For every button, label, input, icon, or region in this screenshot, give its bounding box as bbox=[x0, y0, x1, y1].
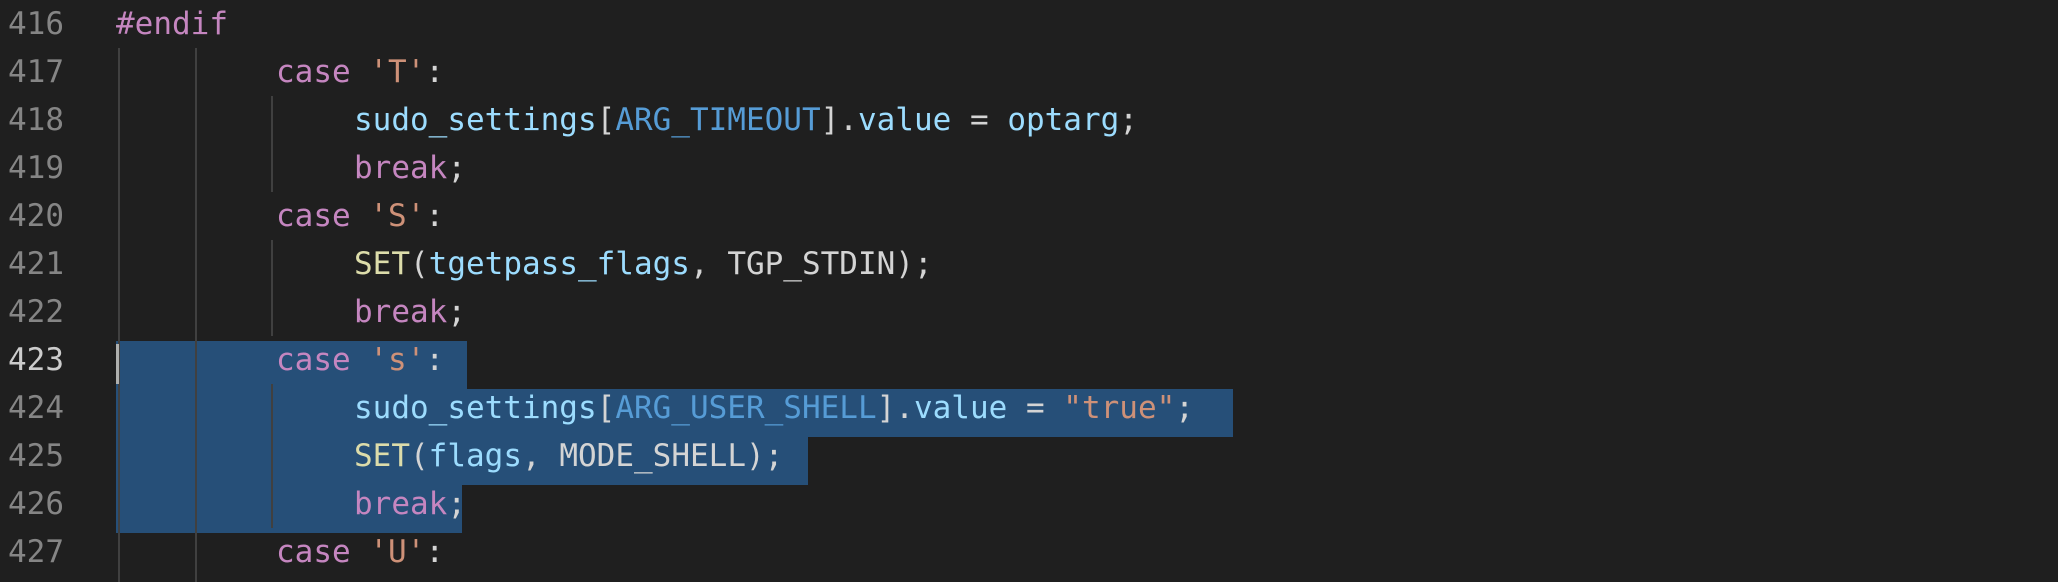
code-line: #endif bbox=[116, 6, 228, 42]
code-line: sudo_settings[ARG_USER_SHELL].value = "t… bbox=[354, 390, 1194, 426]
code-line: break; bbox=[354, 486, 466, 522]
code-line: sudo_settings[ARG_TIMEOUT].value = optar… bbox=[354, 102, 1138, 138]
code-line: SET(tgetpass_flags, TGP_STDIN); bbox=[354, 246, 933, 282]
code-area[interactable]: #endif case 'T': sudo_settings[ARG_TIMEOUT… bbox=[0, 0, 2058, 582]
code-line: case 's': bbox=[276, 342, 444, 378]
code-line: SET(flags, MODE_SHELL); bbox=[354, 438, 784, 474]
code-line: case 'T': bbox=[276, 54, 444, 90]
indent-guide bbox=[118, 48, 120, 582]
indent-guide bbox=[271, 384, 273, 528]
indent-guide bbox=[271, 240, 273, 336]
indent-guide bbox=[271, 96, 273, 192]
text-cursor bbox=[116, 344, 119, 384]
code-line: case 'U': bbox=[276, 534, 444, 570]
code-line: break; bbox=[354, 294, 466, 330]
code-editor[interactable]: 416 417 418 419 420 421 422 423 424 425 426 427 #en… bbox=[0, 0, 2058, 582]
code-line: case 'S': bbox=[276, 198, 444, 234]
indent-guide bbox=[195, 48, 197, 582]
code-line: break; bbox=[354, 150, 466, 186]
